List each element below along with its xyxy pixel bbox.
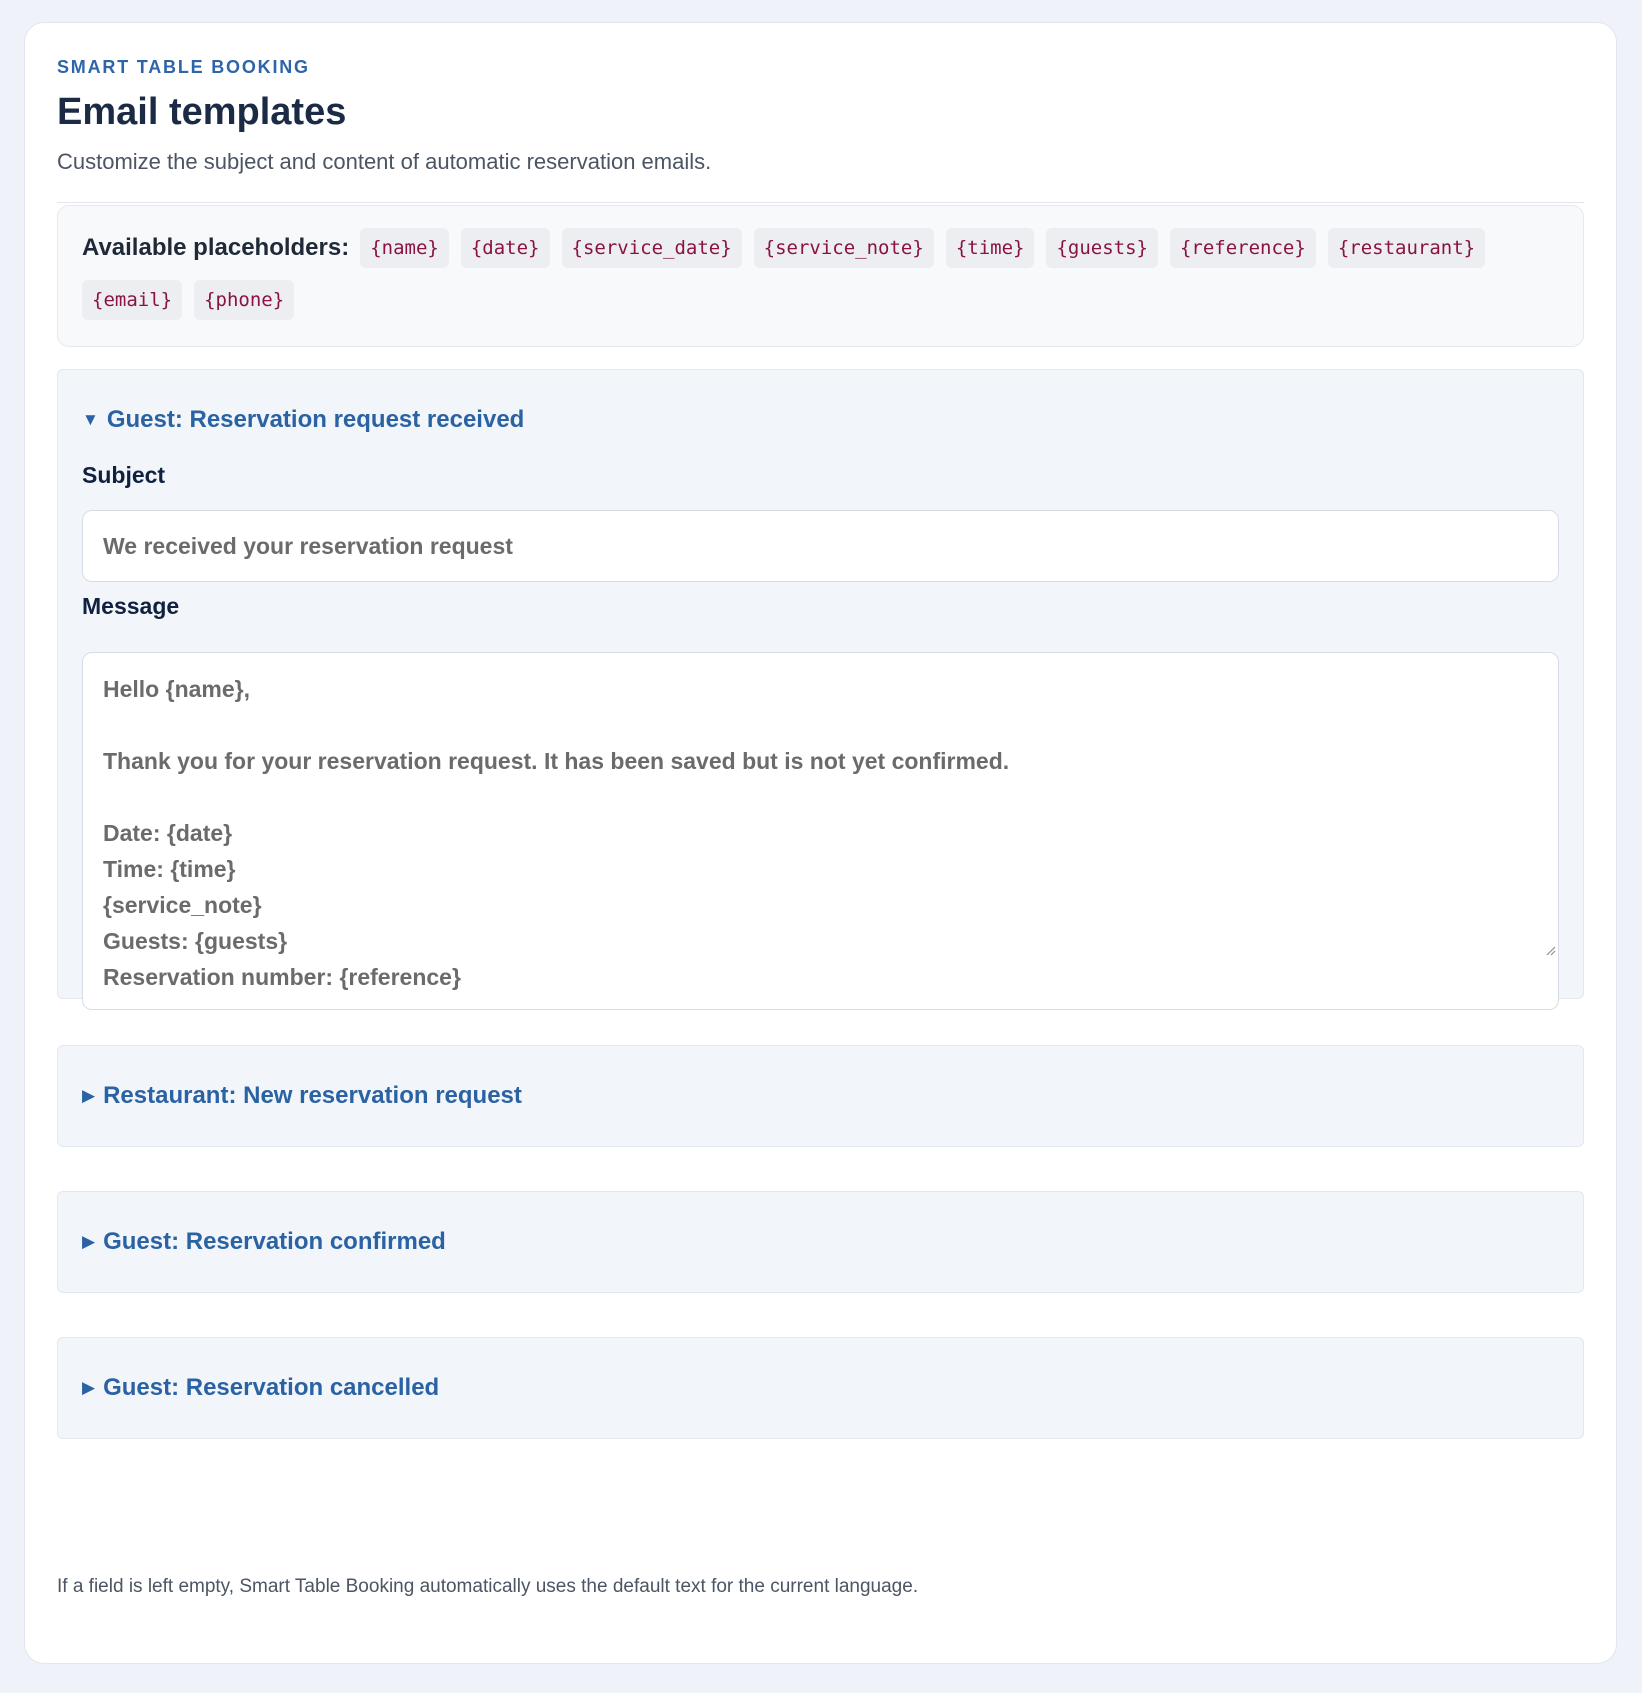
- email-templates-card: SMART TABLE BOOKING Email templates Cust…: [24, 22, 1617, 1664]
- template-summary-request-received[interactable]: ▼ Guest: Reservation request received: [82, 406, 524, 434]
- placeholder-chip: {time}: [945, 228, 1035, 268]
- message-textarea[interactable]: Hello {name}, Thank you for your reserva…: [82, 652, 1559, 1010]
- template-summary-cancelled[interactable]: ▶ Guest: Reservation cancelled: [82, 1374, 439, 1402]
- template-section-confirmed: ▶ Guest: Reservation confirmed: [57, 1191, 1584, 1293]
- placeholder-chip: {service_note}: [753, 228, 934, 268]
- subject-input[interactable]: [82, 510, 1559, 582]
- footnote: If a field is left empty, Smart Table Bo…: [57, 1576, 919, 1597]
- placeholder-chip: {restaurant}: [1327, 228, 1486, 268]
- placeholder-chip: {date}: [460, 228, 550, 268]
- subject-label: Subject: [82, 462, 166, 488]
- page-title: Email templates: [57, 91, 347, 133]
- placeholder-chip: {email}: [82, 280, 183, 320]
- template-summary-label: Restaurant: New reservation request: [103, 1082, 522, 1109]
- template-section-new-request: ▶ Restaurant: New reservation request: [57, 1045, 1584, 1147]
- template-summary-label: Guest: Reservation request received: [106, 406, 525, 433]
- template-summary-new-request[interactable]: ▶ Restaurant: New reservation request: [82, 1082, 522, 1110]
- plugin-eyebrow: SMART TABLE BOOKING: [57, 57, 310, 77]
- placeholder-chip: {service_date}: [561, 228, 742, 268]
- placeholder-chip: {name}: [360, 228, 449, 268]
- triangle-right-icon: ▶: [82, 1086, 96, 1105]
- template-summary-label: Guest: Reservation confirmed: [103, 1228, 446, 1255]
- placeholder-chip: {phone}: [194, 280, 295, 320]
- placeholder-chip: {guests}: [1046, 228, 1158, 268]
- divider: [57, 202, 1584, 203]
- template-summary-confirmed[interactable]: ▶ Guest: Reservation confirmed: [82, 1228, 446, 1256]
- template-section-cancelled: ▶ Guest: Reservation cancelled: [57, 1337, 1584, 1439]
- page-subtitle: Customize the subject and content of aut…: [57, 149, 712, 174]
- triangle-right-icon: ▶: [82, 1378, 96, 1397]
- placeholder-chip: {reference}: [1169, 228, 1316, 268]
- placeholders-panel: Available placeholders: {name} {date} {ser…: [57, 205, 1584, 347]
- template-section-request-received: ▼ Guest: Reservation request received Su…: [57, 369, 1584, 1010]
- resize-handle-icon[interactable]: [1544, 944, 1556, 956]
- message-label: Message: [82, 593, 180, 619]
- triangle-down-icon: ▼: [82, 410, 99, 429]
- triangle-right-icon: ▶: [82, 1232, 96, 1251]
- placeholders-label: Available placeholders:: [82, 234, 350, 261]
- placeholders-list: Available placeholders: {name} {date} {ser…: [82, 228, 1559, 320]
- template-summary-label: Guest: Reservation cancelled: [103, 1374, 440, 1401]
